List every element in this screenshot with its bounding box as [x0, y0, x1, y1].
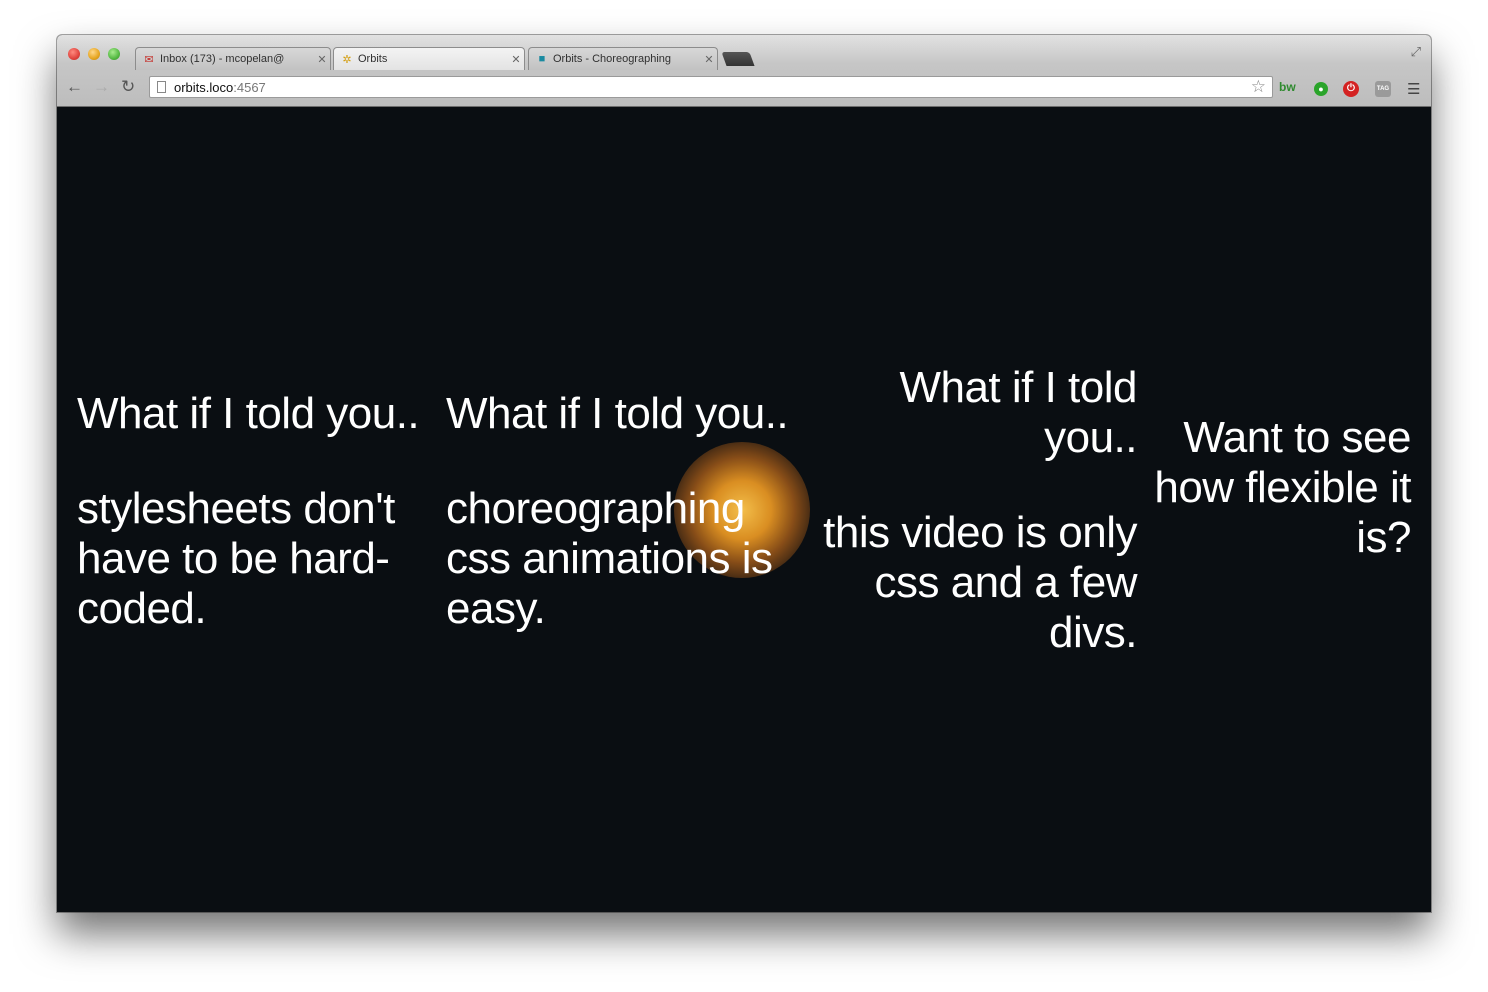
window-maximize-button[interactable]	[108, 48, 120, 60]
back-icon[interactable]: ←	[66, 77, 83, 97]
slide-heading: What if I told you..	[446, 389, 789, 438]
tab-label: Inbox (173) - mcopelan@	[160, 53, 285, 65]
slide-body: this video is only css and a few divs.	[823, 508, 1137, 657]
page-viewport: What if I told you.. stylesheets don't h…	[57, 107, 1431, 912]
tab-label: Orbits - Choreographing	[553, 53, 672, 65]
browser-chrome: ✉ Inbox (173) - mcopelan@ ✕ ✲ Orbits ✕ ■…	[57, 35, 1431, 107]
tag-extension-icon[interactable]: TAG	[1375, 81, 1391, 97]
tab-close-icon[interactable]: ✕	[508, 53, 524, 66]
address-host: orbits.loco	[174, 79, 234, 95]
red-extension-icon[interactable]: ⏻	[1343, 81, 1359, 97]
toolbar: ← → ↻ orbits.loco:4567 ☆ bw ● ⏻ TAG ☰	[57, 71, 1431, 105]
forward-icon[interactable]: →	[93, 77, 110, 97]
gmail-icon: ✉	[144, 53, 154, 66]
slide-heading: What if I told you..	[899, 363, 1137, 462]
tab-inbox[interactable]: ✉ Inbox (173) - mcopelan@ ✕	[135, 47, 331, 70]
menu-icon[interactable]: ☰	[1407, 80, 1420, 98]
slide-column-4: Want to see how flexible it is?	[1137, 413, 1411, 563]
orbits-icon: ✲	[342, 53, 352, 66]
slide-body: stylesheets don't have to be hard-coded.	[77, 484, 395, 633]
fullscreen-icon[interactable]: ⤢	[1411, 44, 1421, 60]
green-extension-icon[interactable]: ●	[1314, 82, 1328, 96]
orbits-icon: ■	[538, 53, 546, 65]
slide-heading: What if I told you..	[77, 389, 420, 438]
tab-label: Orbits	[358, 53, 388, 65]
address-port: :4567	[233, 79, 266, 95]
tab-close-icon[interactable]: ✕	[701, 53, 717, 66]
address-bar[interactable]: orbits.loco:4567 ☆	[149, 76, 1273, 98]
reload-icon[interactable]: ↻	[121, 77, 135, 97]
new-tab-button[interactable]	[721, 52, 755, 66]
bookmark-star-icon[interactable]: ☆	[1251, 77, 1266, 97]
browser-window: ✉ Inbox (173) - mcopelan@ ✕ ✲ Orbits ✕ ■…	[57, 35, 1431, 912]
tab-close-icon[interactable]: ✕	[314, 53, 330, 66]
slide-column-3: What if I told you.. this video is only …	[797, 363, 1137, 658]
tab-orbits[interactable]: ✲ Orbits ✕	[333, 47, 525, 70]
window-close-button[interactable]	[68, 48, 80, 60]
page-icon	[157, 81, 166, 93]
window-minimize-button[interactable]	[88, 48, 100, 60]
slide-column-2: What if I told you.. choreographing css …	[446, 389, 816, 634]
slide-body: choreographing css animations is easy.	[446, 484, 773, 633]
slide-heading: Want to see how flexible it is?	[1154, 413, 1411, 562]
slide-column-1: What if I told you.. stylesheets don't h…	[77, 389, 447, 634]
bw-extension-icon[interactable]: bw	[1279, 80, 1296, 94]
tab-orbits-choreographing[interactable]: ■ Orbits - Choreographing ✕	[528, 47, 718, 70]
